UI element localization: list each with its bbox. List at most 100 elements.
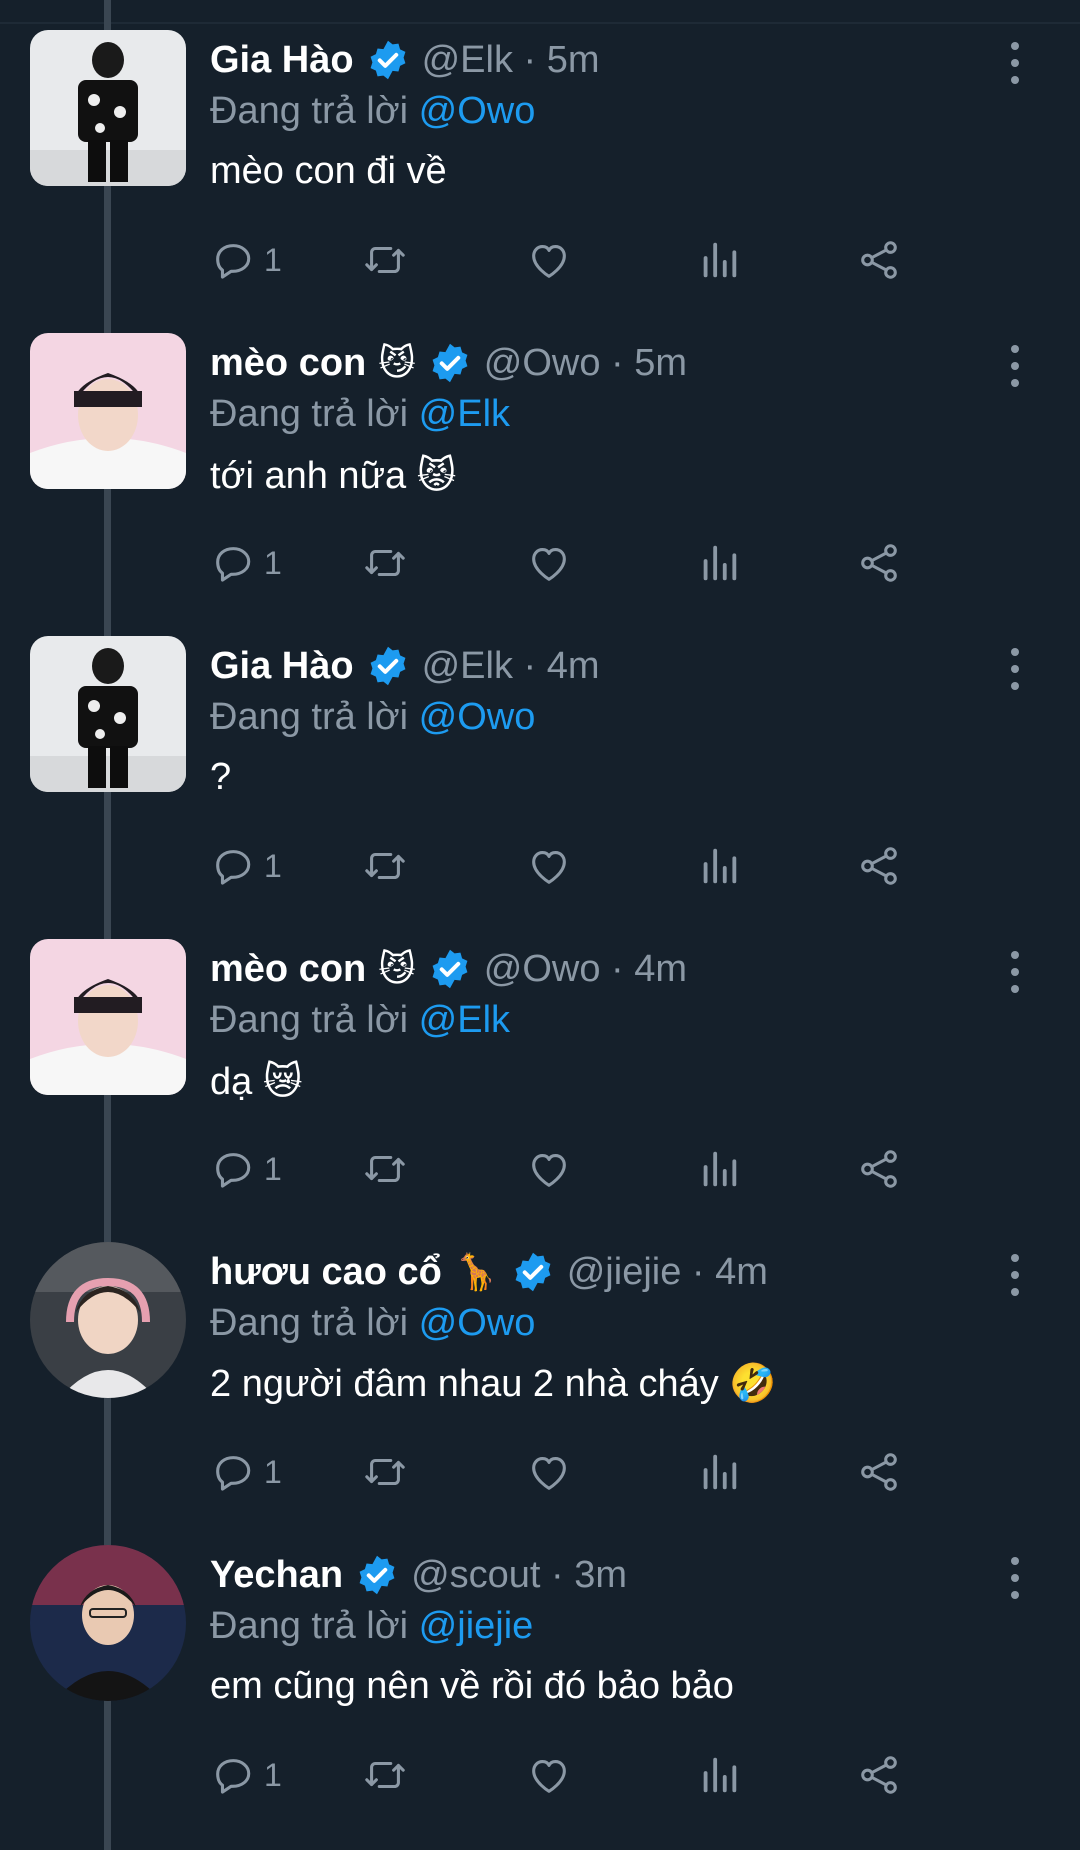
- reply-prefix: Đang trả lời: [210, 393, 419, 435]
- tweet[interactable]: Yechan @scout · 3m Đang trả lời @jiejie …: [0, 1537, 1080, 1840]
- reply-icon: [216, 1153, 251, 1188]
- display-name[interactable]: Gia Hào: [210, 39, 354, 82]
- retweet-button[interactable]: [362, 535, 408, 591]
- replying-to: Đang trả lời @jiejie: [210, 1605, 533, 1648]
- tweet[interactable]: Gia Hào @Elk · 5m Đang trả lời @Owo mèo …: [0, 22, 1080, 325]
- display-name[interactable]: mèo con: [210, 948, 366, 991]
- like-icon: [532, 1760, 566, 1793]
- tweet-text: mèo con đi về: [210, 150, 447, 192]
- mention-link[interactable]: @Elk: [419, 393, 510, 435]
- like-icon: [532, 1457, 566, 1490]
- handle-and-time: @jiejie · 4m: [566, 1250, 768, 1293]
- tweet-text: ?: [210, 756, 232, 798]
- views-button[interactable]: [696, 838, 742, 894]
- like-button[interactable]: [526, 1444, 572, 1500]
- retweet-button[interactable]: [362, 1444, 408, 1500]
- verified-badge-icon: [428, 947, 472, 991]
- display-name[interactable]: mèo con: [210, 342, 366, 385]
- views-button[interactable]: [696, 1444, 742, 1500]
- share-icon: [861, 1150, 897, 1188]
- reply-button[interactable]: 1: [210, 1444, 282, 1500]
- mention-link[interactable]: @Owo: [419, 1302, 536, 1344]
- like-button[interactable]: [526, 1141, 572, 1197]
- share-icon: [861, 847, 897, 885]
- display-name[interactable]: Gia Hào: [210, 645, 354, 688]
- more-icon[interactable]: [1000, 341, 1030, 391]
- verified-badge-icon: [366, 38, 410, 82]
- more-icon[interactable]: [1000, 38, 1030, 88]
- more-icon[interactable]: [1000, 644, 1030, 694]
- mention-link[interactable]: @Owo: [419, 90, 536, 132]
- like-button[interactable]: [526, 838, 572, 894]
- tweet[interactable]: mèo con 😼 @Owo · 5m Đang trả lời @Elk tớ…: [0, 325, 1080, 628]
- retweet-icon: [365, 1155, 405, 1183]
- reply-prefix: Đang trả lời: [210, 999, 419, 1041]
- avatar[interactable]: [30, 939, 186, 1095]
- views-button[interactable]: [696, 1141, 742, 1197]
- retweet-icon: [365, 1458, 405, 1486]
- retweet-button[interactable]: [362, 1747, 408, 1803]
- name-emoji: 🦒: [453, 1252, 499, 1293]
- tweet-header: mèo con 😼 @Owo · 4m: [210, 941, 687, 997]
- handle-and-time: @Elk · 4m: [421, 644, 600, 687]
- display-name[interactable]: hươu cao cổ: [210, 1251, 442, 1294]
- handle-and-time: @Owo · 4m: [483, 947, 688, 990]
- share-icon: [861, 544, 897, 582]
- like-icon: [532, 245, 566, 278]
- reply-button[interactable]: 1: [210, 838, 282, 894]
- display-name[interactable]: Yechan: [210, 1554, 343, 1597]
- mention-link[interactable]: @Owo: [419, 696, 536, 738]
- reply-prefix: Đang trả lời: [210, 90, 419, 132]
- mention-link[interactable]: @jiejie: [419, 1605, 534, 1647]
- avatar[interactable]: [30, 636, 186, 792]
- views-button[interactable]: [696, 535, 742, 591]
- reply-count: 1: [264, 1453, 282, 1490]
- avatar[interactable]: [30, 1242, 186, 1398]
- name-emoji: 😼: [378, 342, 416, 384]
- avatar[interactable]: [30, 30, 186, 186]
- share-button[interactable]: [856, 838, 902, 894]
- share-icon: [861, 1453, 897, 1491]
- share-button[interactable]: [856, 232, 902, 288]
- like-button[interactable]: [526, 535, 572, 591]
- retweet-button[interactable]: [362, 838, 408, 894]
- verified-badge-icon: [428, 341, 472, 385]
- action-bar: 1: [210, 1444, 1030, 1500]
- reply-button[interactable]: 1: [210, 1747, 282, 1803]
- retweet-button[interactable]: [362, 232, 408, 288]
- reply-button[interactable]: 1: [210, 535, 282, 591]
- action-bar: 1: [210, 838, 1030, 894]
- share-button[interactable]: [856, 1747, 902, 1803]
- views-button[interactable]: [696, 232, 742, 288]
- replying-to: Đang trả lời @Owo: [210, 696, 535, 739]
- share-button[interactable]: [856, 535, 902, 591]
- like-icon: [532, 1154, 566, 1187]
- tweet[interactable]: mèo con 😼 @Owo · 4m Đang trả lời @Elk dạ…: [0, 931, 1080, 1234]
- verified-badge-icon: [366, 644, 410, 688]
- share-button[interactable]: [856, 1444, 902, 1500]
- like-button[interactable]: [526, 232, 572, 288]
- more-icon[interactable]: [1000, 947, 1030, 997]
- action-bar: 1: [210, 1747, 1030, 1803]
- reply-prefix: Đang trả lời: [210, 1302, 419, 1344]
- handle-and-time: @scout · 3m: [411, 1553, 628, 1596]
- avatar[interactable]: [30, 1545, 186, 1701]
- tweet-header: hươu cao cổ 🦒 @jiejie · 4m: [210, 1244, 768, 1300]
- replying-to: Đang trả lời @Elk: [210, 999, 510, 1042]
- tweet[interactable]: hươu cao cổ 🦒 @jiejie · 4m Đang trả lời …: [0, 1234, 1080, 1537]
- more-icon[interactable]: [1000, 1250, 1030, 1300]
- tweet[interactable]: Gia Hào @Elk · 4m Đang trả lời @Owo ? 1: [0, 628, 1080, 931]
- mention-link[interactable]: @Elk: [419, 999, 510, 1041]
- share-button[interactable]: [856, 1141, 902, 1197]
- retweet-button[interactable]: [362, 1141, 408, 1197]
- reply-icon: [216, 1456, 251, 1491]
- more-icon[interactable]: [1000, 1553, 1030, 1603]
- reply-button[interactable]: 1: [210, 232, 282, 288]
- views-button[interactable]: [696, 1747, 742, 1803]
- name-emoji: 😼: [378, 948, 416, 990]
- reply-button[interactable]: 1: [210, 1141, 282, 1197]
- like-button[interactable]: [526, 1747, 572, 1803]
- reply-count: 1: [264, 241, 282, 278]
- avatar[interactable]: [30, 333, 186, 489]
- verified-badge-icon: [511, 1250, 555, 1294]
